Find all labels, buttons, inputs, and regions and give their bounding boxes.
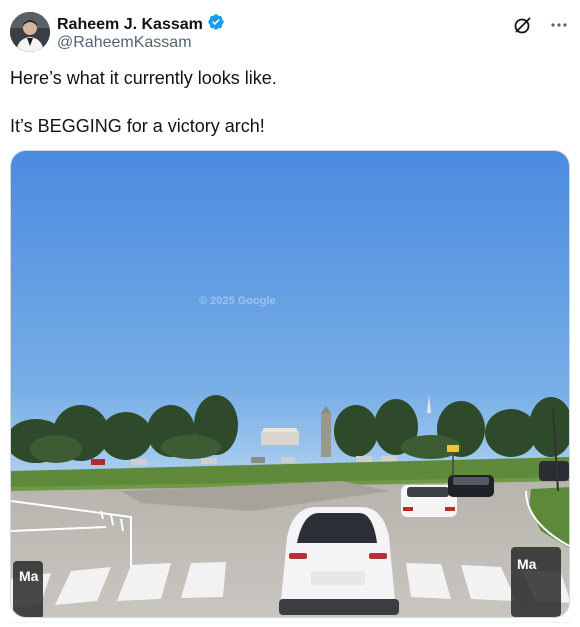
tweet-divider [10, 622, 570, 627]
svg-text:Ma: Ma [19, 568, 39, 584]
name-row: Raheem J. Kassam [57, 13, 225, 36]
tweet-text: Here’s what it currently looks like. It’… [10, 66, 570, 162]
avatar[interactable] [10, 12, 50, 52]
photo-watermark: © 2025 Google [199, 295, 276, 307]
tweet-media-photo[interactable]: Ma Ma © 2025 Google [10, 150, 570, 618]
street-view-photo: Ma Ma [11, 151, 569, 617]
svg-text:Ma: Ma [517, 556, 537, 572]
verified-badge-icon [207, 13, 225, 36]
tweet-header: Raheem J. Kassam @RaheemKassam [10, 12, 570, 56]
display-name[interactable]: Raheem J. Kassam [57, 16, 203, 34]
more-icon[interactable] [548, 14, 570, 36]
tweet-text-line-1: Here’s what it currently looks like. [10, 68, 277, 88]
grok-icon[interactable] [512, 14, 534, 36]
tweet-text-line-2: It’s BEGGING for a victory arch! [10, 116, 265, 136]
header-actions [512, 14, 570, 36]
user-handle[interactable]: @RaheemKassam [57, 34, 192, 52]
